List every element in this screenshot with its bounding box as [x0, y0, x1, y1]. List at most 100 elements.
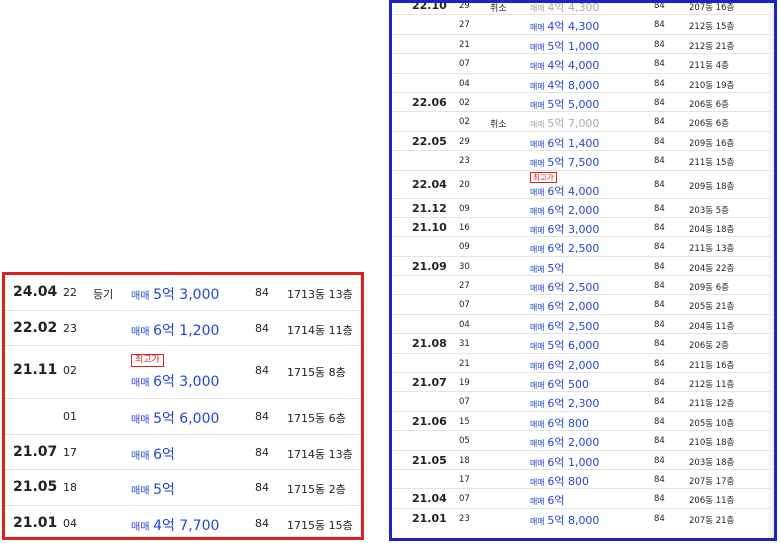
contract-day: 18: [459, 455, 470, 466]
contract-day: 19: [459, 378, 470, 389]
deal-amount: 5억 6,000: [547, 339, 600, 353]
transaction-row[interactable]: 27 매매 6억 2,500 84 209동 6층: [392, 276, 774, 296]
transaction-row[interactable]: 21.01 23 매매 5억 8,000 84 207동 21층: [392, 509, 774, 528]
contract-day: 04: [459, 78, 470, 89]
building-floor: 203동 18층: [689, 457, 735, 468]
contract-month: 21.08: [412, 337, 447, 351]
contract-day: 23: [459, 156, 470, 167]
transaction-row[interactable]: 23 매매 5억 7,500 84 211동 15층: [392, 151, 774, 171]
transaction-row[interactable]: 04 매매 4억 8,000 84 210동 19층: [392, 74, 774, 93]
contract-month: 21.07: [412, 376, 447, 390]
exclusive-area: 84: [654, 242, 665, 253]
contract-month: 21.05: [13, 479, 58, 495]
transaction-row[interactable]: 21.06 15 매매 6억 800 84 205동 10층: [392, 412, 774, 432]
deal-type: 매매: [530, 264, 545, 274]
building-floor: 207동 21층: [689, 515, 735, 526]
transaction-row[interactable]: 21.11 02 최고가 매매 6억 3,000 84 1715동 8층: [5, 346, 361, 399]
highest-price-badge: 최고가: [530, 171, 557, 184]
contract-day: 05: [459, 436, 470, 447]
transaction-row[interactable]: 07 매매 6억 2,300 84 211동 12층: [392, 392, 774, 412]
contract-day: 07: [459, 300, 470, 311]
deal-type: 매매: [530, 322, 545, 332]
transaction-row[interactable]: 07 매매 4억 4,000 84 211동 4층: [392, 54, 774, 74]
deal-price: 매매 6억 3,000: [131, 371, 219, 391]
building-floor: 207동 17층: [689, 476, 735, 487]
transaction-row[interactable]: 22.05 29 매매 6억 1,400 84 209동 16층: [392, 132, 774, 152]
exclusive-area: 84: [255, 445, 269, 459]
transaction-row[interactable]: 22.10 29 취소 매매 4억 4,300 84 207동 16층: [392, 1, 774, 16]
contract-day: 29: [459, 136, 470, 147]
deal-amount: 6억 2,000: [547, 203, 600, 217]
transaction-row[interactable]: 24.04 22 등기 매매 5억 3,000 84 1713동 13층: [5, 275, 361, 311]
contract-day: 17: [63, 445, 77, 459]
deal-price: 매매 6억 3,000: [530, 221, 599, 237]
deal-price: 매매 5억: [530, 260, 564, 276]
deal-price: 매매 5억: [131, 479, 175, 499]
building-floor: 1715동 2층: [287, 483, 346, 496]
exclusive-area: 84: [654, 203, 665, 214]
transaction-row[interactable]: 21.01 04 매매 4억 7,700 84 1715동 15층: [5, 506, 361, 538]
deal-type: 매매: [530, 4, 545, 13]
exclusive-area: 84: [654, 455, 665, 466]
deal-type: 매매: [530, 206, 545, 216]
left-transaction-list: 24.04 22 등기 매매 5억 3,000 84 1713동 13층 22.02 23 매매 6…: [5, 275, 361, 538]
transaction-row[interactable]: 21.04 07 매매 6억 84 206동 11층: [392, 489, 774, 509]
deal-price: 매매 6억 2,000: [530, 202, 599, 218]
deal-price: 매매 5억 8,000: [530, 512, 599, 528]
deal-price: 매매 5억 5,000: [530, 96, 599, 112]
deal-amount: 6억 1,400: [547, 136, 600, 150]
transaction-row[interactable]: 21.12 09 매매 6억 2,000 84 203동 5층: [392, 199, 774, 218]
deal-price: 매매 4억 4,300: [530, 3, 599, 15]
transaction-row[interactable]: 21 매매 6억 2,000 84 211동 16층: [392, 354, 774, 374]
exclusive-area: 84: [654, 117, 665, 128]
transaction-row[interactable]: 04 매매 6억 2,500 84 204동 11층: [392, 315, 774, 335]
deal-amount: 5억 8,000: [547, 513, 600, 527]
deal-price: 매매 4억 8,000: [530, 77, 599, 93]
deal-amount: 6억 2,000: [547, 436, 600, 450]
transaction-row[interactable]: 21.07 17 매매 6억 84 1714동 13층: [5, 435, 361, 470]
transaction-row[interactable]: 17 매매 6억 800 84 207동 17층: [392, 470, 774, 490]
transaction-row[interactable]: 22.04 20 최고가 매매 6억 4,000 84 209동 18층: [392, 171, 774, 199]
transaction-row[interactable]: 21.07 19 매매 6억 500 84 212동 11층: [392, 373, 774, 393]
contract-month: 21.11: [13, 362, 58, 378]
transaction-row[interactable]: 21.08 31 매매 5억 6,000 84 206동 2층: [392, 334, 774, 354]
transaction-row[interactable]: 02 취소 매매 5억 7,000 84 206동 6층: [392, 112, 774, 132]
contract-month: 21.01: [412, 511, 447, 525]
contract-day: 29: [459, 1, 470, 11]
deal-amount: 6억 4,000: [547, 184, 600, 198]
transaction-row[interactable]: 01 매매 5억 6,000 84 1715동 6층: [5, 399, 361, 435]
transaction-row[interactable]: 21.10 16 매매 6억 3,000 84 204동 18층: [392, 218, 774, 238]
deal-amount: 6억 2,000: [547, 358, 600, 372]
transaction-row[interactable]: 22.02 23 매매 6억 1,200 84 1714동 11층: [5, 311, 361, 346]
transaction-row[interactable]: 21.09 30 매매 5억 84 204동 22층: [392, 257, 774, 277]
exclusive-area: 84: [654, 97, 665, 108]
building-floor: 1715동 8층: [287, 366, 346, 379]
building-floor: 204동 22층: [689, 263, 735, 274]
building-floor: 211동 4층: [689, 61, 729, 72]
exclusive-area: 84: [654, 39, 665, 50]
transaction-row[interactable]: 09 매매 6억 2,500 84 211동 13층: [392, 237, 774, 257]
deal-type: 매매: [530, 303, 545, 313]
contract-day: 02: [459, 117, 470, 128]
transaction-row[interactable]: 21 매매 5억 1,000 84 212동 21층: [392, 35, 774, 55]
transaction-row[interactable]: 21.05 18 매매 5억 84 1715동 2층: [5, 470, 361, 506]
deal-price: 매매 6억 800: [530, 415, 589, 431]
right-transaction-panel: 22.10 29 취소 매매 4억 4,300 84 207동 16층 27 매매 4억 4,30…: [389, 0, 777, 541]
exclusive-area: 84: [654, 494, 665, 505]
transaction-row[interactable]: 27 매매 4억 4,300 84 212동 15층: [392, 15, 774, 35]
deal-price: 매매 5억 3,000: [131, 284, 219, 304]
deal-amount: 6억 2,300: [547, 397, 600, 411]
transaction-row[interactable]: 05 매매 6억 2,000 84 210동 18층: [392, 431, 774, 451]
transaction-row[interactable]: 22.06 02 매매 5억 5,000 84 206동 6층: [392, 93, 774, 113]
deal-amount: 6억 2,000: [547, 300, 600, 314]
building-floor: 212동 15층: [689, 22, 735, 33]
exclusive-area: 84: [654, 416, 665, 427]
deal-type: 매매: [530, 225, 545, 235]
scroll-edge-shadow: [766, 3, 774, 538]
transaction-row[interactable]: 07 매매 6억 2,000 84 205동 21층: [392, 295, 774, 315]
transaction-row[interactable]: 21.05 18 매매 6억 1,000 84 203동 18층: [392, 451, 774, 470]
deal-amount: 5억: [547, 261, 565, 275]
deal-amount: 6억 500: [547, 378, 589, 392]
contract-day: 07: [459, 494, 470, 505]
contract-month: 21.07: [13, 443, 58, 460]
